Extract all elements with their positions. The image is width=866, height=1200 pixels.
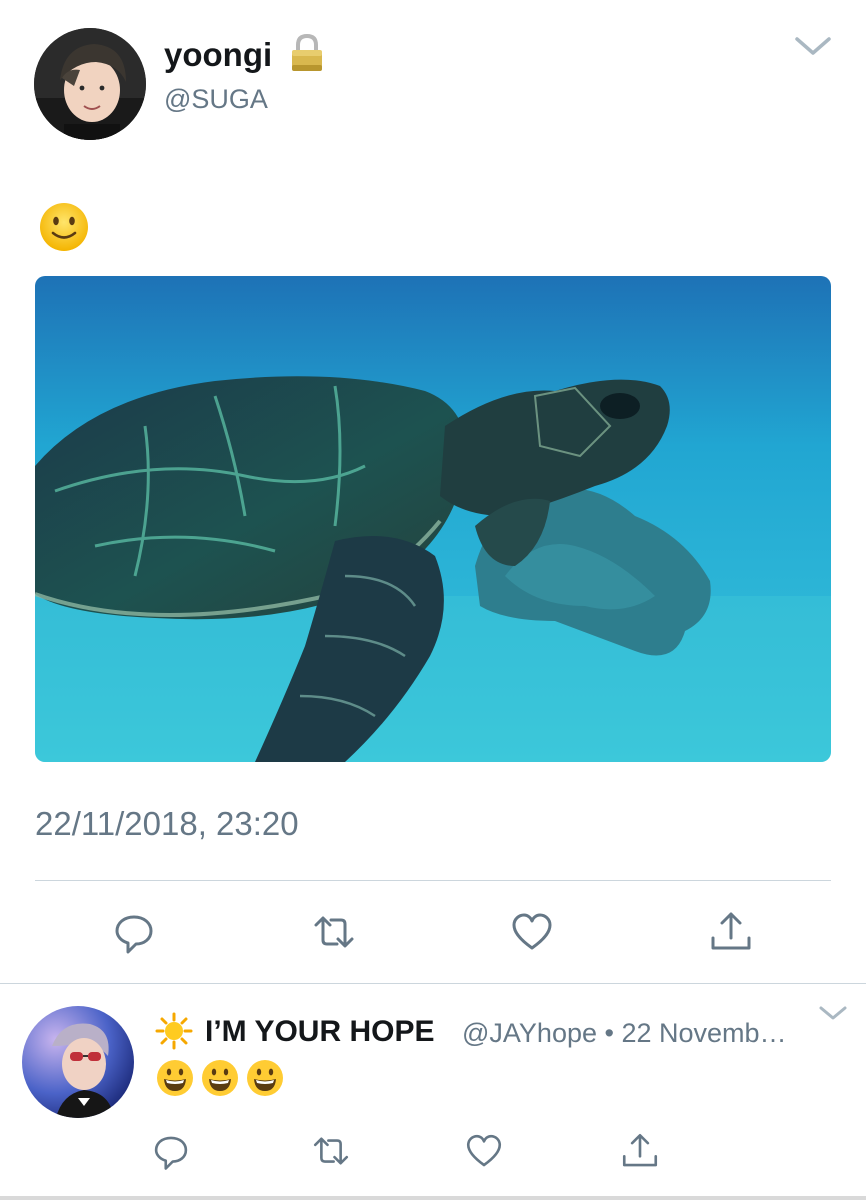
meta-separator: •: [604, 1018, 614, 1048]
sun-icon: [155, 1012, 193, 1050]
retweet-icon[interactable]: [310, 1130, 352, 1172]
reply-date[interactable]: 22 Novemb…: [621, 1018, 786, 1048]
reply-author-avatar[interactable]: [22, 1006, 134, 1118]
chevron-down-icon[interactable]: [793, 34, 833, 58]
tweet-media-image[interactable]: [35, 276, 831, 762]
lock-icon: [288, 33, 326, 73]
bottom-divider: [0, 1196, 866, 1200]
reply-text: [155, 1058, 285, 1098]
grinning-face-icon: [155, 1058, 195, 1098]
divider: [0, 983, 866, 984]
reply-author-meta[interactable]: @JAYhope • 22 Novemb…: [462, 1016, 787, 1050]
author-display-name[interactable]: yoongi: [164, 36, 272, 74]
reply-author-handle[interactable]: @JAYhope: [462, 1018, 597, 1048]
grinning-face-icon: [200, 1058, 240, 1098]
author-handle[interactable]: @SUGA: [164, 82, 268, 116]
author-avatar[interactable]: [34, 28, 146, 140]
slightly-smiling-face-icon: [37, 200, 91, 254]
share-icon[interactable]: [707, 908, 755, 956]
retweet-icon[interactable]: [310, 908, 358, 956]
tweet-timestamp[interactable]: 22/11/2018, 23:20: [35, 804, 299, 844]
reply-icon[interactable]: [150, 1130, 192, 1172]
divider: [35, 880, 831, 881]
chevron-down-icon[interactable]: [818, 1004, 848, 1022]
reply-author-display-name[interactable]: I’M YOUR HOPE: [205, 1014, 434, 1050]
share-icon[interactable]: [619, 1130, 661, 1172]
grinning-face-icon: [245, 1058, 285, 1098]
like-icon[interactable]: [463, 1130, 505, 1172]
reply-icon[interactable]: [110, 908, 158, 956]
like-icon[interactable]: [508, 908, 556, 956]
